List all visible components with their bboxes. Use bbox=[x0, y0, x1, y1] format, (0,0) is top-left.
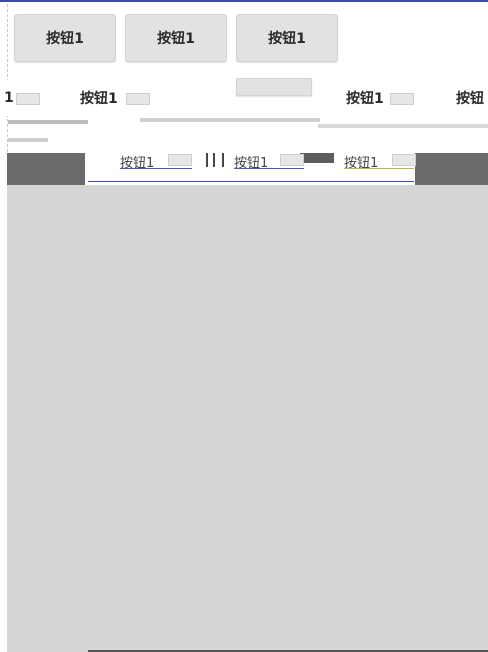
button-row2-blank[interactable] bbox=[236, 78, 312, 96]
button-row2-3[interactable]: 按钮 bbox=[440, 80, 488, 116]
button-row2-1[interactable]: 按钮1 bbox=[60, 80, 170, 116]
glitch-dark-block bbox=[7, 153, 85, 185]
glitch-fragment bbox=[126, 93, 150, 105]
glitch-fragment bbox=[168, 154, 192, 166]
app-window: 按钮1 按钮1 按钮1 1 按钮1 按钮1 按钮 按钮1 按钮1 按钮1 bbox=[0, 0, 488, 652]
glitch-underline bbox=[234, 168, 304, 169]
button-row1-3[interactable]: 按钮1 bbox=[236, 14, 338, 62]
glitch-dark-block bbox=[415, 153, 488, 185]
glitch-dark-block bbox=[300, 153, 334, 163]
glitch-fragment bbox=[16, 93, 40, 105]
button-label: 按钮1 bbox=[157, 31, 195, 47]
glitch-bar bbox=[140, 118, 320, 122]
button-label: 按钮1 bbox=[80, 91, 118, 107]
button-row1-1[interactable]: 按钮1 bbox=[14, 14, 116, 62]
button-label: 按钮1 bbox=[46, 31, 84, 47]
glitch-line bbox=[213, 153, 215, 167]
glitch-bar bbox=[8, 120, 88, 124]
glitch-line bbox=[222, 153, 224, 167]
glitch-line bbox=[206, 153, 208, 167]
glitch-underline bbox=[120, 168, 192, 169]
layout-guide-left bbox=[7, 4, 8, 152]
window-top-border bbox=[0, 0, 488, 2]
content-area bbox=[7, 185, 488, 652]
button-row1-2[interactable]: 按钮1 bbox=[125, 14, 227, 62]
button-label: 按钮1 bbox=[346, 91, 384, 107]
glitch-underline bbox=[344, 168, 414, 169]
glitch-bar bbox=[8, 138, 48, 142]
button-label: 按钮1 bbox=[268, 31, 306, 47]
glitch-fragment bbox=[392, 154, 416, 166]
glitch-fragment bbox=[280, 154, 304, 166]
glitch-fragment bbox=[390, 93, 414, 105]
glitch-underline bbox=[88, 181, 414, 182]
button-label: 1 bbox=[4, 90, 14, 106]
button-label: 按钮 bbox=[456, 91, 484, 107]
glitch-bar bbox=[318, 124, 488, 128]
